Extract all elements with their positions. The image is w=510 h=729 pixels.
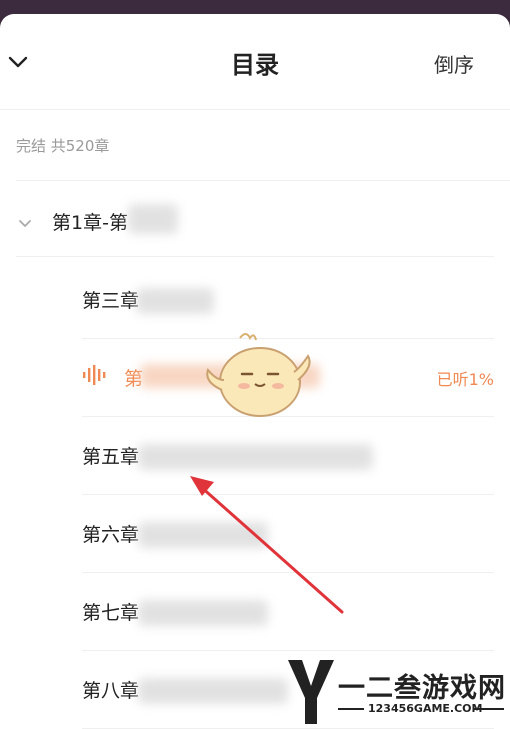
divider bbox=[16, 180, 510, 181]
divider bbox=[338, 708, 364, 710]
mascot-overlay bbox=[206, 333, 311, 417]
divider bbox=[16, 256, 494, 257]
blurred-text bbox=[136, 288, 214, 314]
watermark-title: 一二叁游戏网 bbox=[338, 673, 506, 704]
audio-wave-icon bbox=[83, 365, 106, 385]
listen-progress: 已听1% bbox=[436, 370, 494, 389]
volume-group-header[interactable]: 第1章-第 bbox=[16, 208, 496, 244]
catalog-sheet: 目录 倒序 完结 共520章 第1章-第 第三章 第 已听1% 第五章 第六章 … bbox=[0, 14, 510, 729]
sheet-header: 目录 倒序 bbox=[0, 14, 510, 110]
reverse-order-button[interactable]: 倒序 bbox=[434, 49, 474, 78]
annotation-arrow bbox=[190, 476, 344, 614]
volume-label: 第1章-第 bbox=[52, 212, 128, 234]
site-watermark: 一二叁游戏网 123456GAME.COM bbox=[286, 660, 510, 729]
watermark-url: 123456GAME.COM bbox=[368, 702, 483, 715]
blurred-text bbox=[138, 678, 288, 704]
divider bbox=[474, 708, 504, 710]
blurred-text bbox=[138, 444, 373, 470]
chevron-down-icon bbox=[19, 220, 31, 228]
watermark-logo bbox=[288, 660, 334, 724]
blurred-text bbox=[128, 204, 178, 234]
book-status: 完结 共520章 bbox=[16, 137, 110, 155]
